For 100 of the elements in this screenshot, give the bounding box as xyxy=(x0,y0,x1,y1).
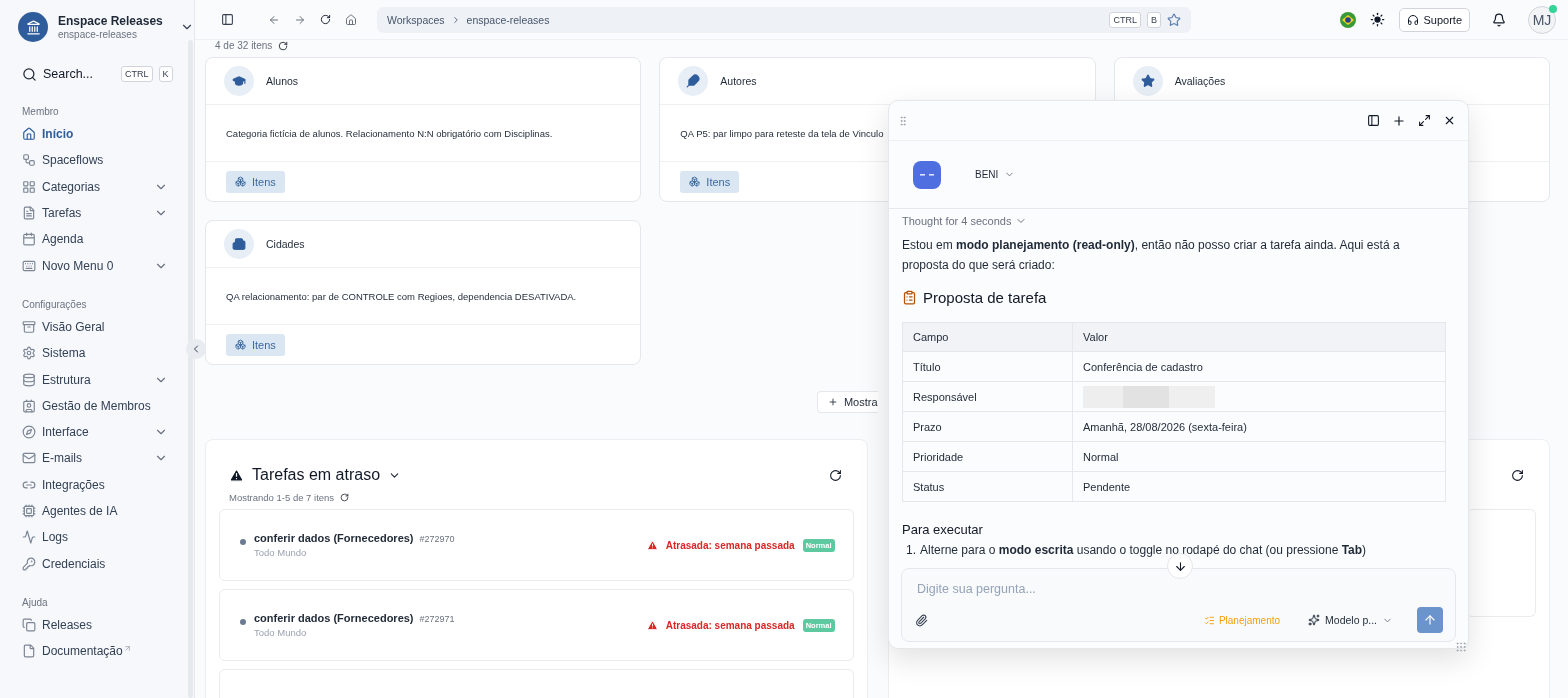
drag-handle-icon[interactable] xyxy=(897,114,909,127)
table-cell: Prioridade xyxy=(902,441,1073,472)
items-button[interactable]: Itens xyxy=(226,333,285,356)
chip-icon xyxy=(22,504,36,518)
model-selector[interactable]: Modelo p... xyxy=(1302,613,1399,627)
sidebar-item[interactable]: Agenda xyxy=(18,226,168,253)
refresh-icon[interactable] xyxy=(828,468,842,482)
table-cell: Responsável xyxy=(902,381,1073,412)
shortcut-key: B xyxy=(1147,11,1161,28)
sidebar-item[interactable]: Documentação xyxy=(18,638,168,665)
feather-icon xyxy=(678,66,709,96)
agent-selector[interactable]: BENI xyxy=(969,168,1022,181)
graduation-cap-icon xyxy=(224,66,254,96)
sparkles-icon xyxy=(1308,614,1321,626)
sidebar-item[interactable]: Categorias xyxy=(18,173,168,200)
workspace-slug: enspace-releases xyxy=(58,29,138,40)
thought-toggle[interactable]: Thought for 4 seconds xyxy=(902,215,1028,227)
refresh-icon[interactable] xyxy=(340,493,350,502)
overdue-status: Atrasada: semana passada xyxy=(665,619,795,631)
headset-icon xyxy=(1407,13,1420,26)
list-item: Alterne para o modo escrita usando o toggle no rodapé do chat (ou pressione Tab) xyxy=(920,543,1367,557)
item-count: Mostrando 1-5 de 7 itens xyxy=(229,492,335,503)
back-button[interactable] xyxy=(268,13,280,26)
plus-icon[interactable] xyxy=(1392,113,1406,128)
activity-icon xyxy=(22,530,36,545)
card-description: QA relacionamento: par de CONTROLE com Regioes, dependencia DESATIVADA. xyxy=(226,290,577,302)
task-assignee: Todo Mundo xyxy=(254,547,308,558)
table-header: Valor xyxy=(1072,322,1446,352)
warning-icon xyxy=(229,467,244,483)
key-icon xyxy=(22,556,36,571)
card-title: Avaliações xyxy=(1174,75,1226,87)
sidebar-item[interactable]: Visão Geral xyxy=(18,313,168,341)
sidebar-item[interactable]: Spaceflows xyxy=(18,147,168,174)
refresh-icon[interactable] xyxy=(278,40,289,51)
bell-icon[interactable] xyxy=(1492,12,1506,27)
close-icon[interactable] xyxy=(1443,114,1456,127)
sun-icon[interactable] xyxy=(1370,12,1386,27)
sidebar-item[interactable]: Releases xyxy=(18,611,168,639)
sidebar-item[interactable]: Integrações xyxy=(18,471,168,498)
resize-handle-icon[interactable] xyxy=(1455,641,1467,653)
task-assignee: Todo Mundo xyxy=(254,627,308,638)
task-title: conferir dados (Fornecedores) xyxy=(254,612,414,624)
workspace-name: Enspace Releases xyxy=(58,14,164,29)
sidebar-item[interactable]: Interface xyxy=(18,418,168,446)
sidebar-item[interactable]: Início xyxy=(18,121,168,148)
paperclip-icon[interactable] xyxy=(915,613,928,627)
table-cell: Amanhã, 28/08/2026 (sexta-feira) xyxy=(1072,411,1446,442)
breadcrumb-bar[interactable]: Workspaces enspace-releases CTRL B xyxy=(377,6,1191,33)
arrow-down-icon xyxy=(1173,559,1187,573)
workflow-icon xyxy=(22,153,36,168)
warning-icon xyxy=(646,619,658,631)
table-cell: Pendente xyxy=(1072,471,1446,502)
items-button[interactable]: Itens xyxy=(226,170,285,193)
sidebar-item[interactable]: Estrutura xyxy=(18,366,168,393)
support-button[interactable]: Suporte xyxy=(1399,7,1470,32)
robot-avatar-drawing xyxy=(913,160,941,189)
search-icon[interactable] xyxy=(22,66,37,82)
breadcrumb-link[interactable]: Workspaces xyxy=(387,13,445,26)
file-icon xyxy=(22,644,36,659)
sidebar-item[interactable]: Novo Menu 0 xyxy=(18,252,168,279)
home-button[interactable] xyxy=(345,13,357,26)
card-description: Categoria fictícia de alunos. Relacionamento N:N obrigatório com Disciplinas. xyxy=(226,127,553,139)
sidebar-item[interactable]: Credenciais xyxy=(18,550,168,577)
sidebar-item[interactable]: Logs xyxy=(18,524,168,551)
copy-icon xyxy=(22,617,36,632)
reload-button[interactable] xyxy=(320,14,331,25)
refresh-icon[interactable] xyxy=(1511,468,1524,482)
sidebar-panel-icon[interactable] xyxy=(1367,114,1380,127)
sidebar-item[interactable]: Tarefas xyxy=(18,199,168,227)
items-button[interactable]: Itens xyxy=(680,170,740,193)
sidebar-item[interactable]: Sistema xyxy=(18,340,168,367)
collapse-sidebar-button[interactable] xyxy=(186,339,206,359)
section-title: Membro xyxy=(22,106,60,117)
search-label[interactable]: Search... xyxy=(43,67,115,81)
message-paragraph: Estou em modo planejamento (read-only), então não posso criar a tarefa ainda. Aqui está a proposta do que será criado: xyxy=(902,237,1401,274)
sidebar-toggle-button[interactable] xyxy=(221,13,234,26)
table-cell: Normal xyxy=(1072,441,1446,472)
flag-icon[interactable] xyxy=(1340,11,1357,28)
star-icon[interactable] xyxy=(1167,12,1181,27)
expand-icon[interactable] xyxy=(1418,114,1431,127)
show-more-button[interactable]: Mostra xyxy=(816,391,878,413)
clipboard-icon xyxy=(902,290,917,305)
external-link-icon xyxy=(122,644,132,654)
contact-card-icon xyxy=(22,398,36,413)
task-id: #272970 xyxy=(419,534,455,544)
shortcut-key: CTRL xyxy=(121,66,153,82)
user-avatar[interactable]: MJ xyxy=(1528,5,1556,34)
sidebar-item[interactable]: E-mails xyxy=(18,445,168,472)
checklist-icon xyxy=(1203,614,1215,626)
database-icon xyxy=(22,372,36,387)
compass-icon xyxy=(22,425,36,440)
status-dot xyxy=(240,539,246,545)
message-heading: Para executar xyxy=(902,522,984,537)
status-dot xyxy=(240,619,246,625)
shortcut-key: CTRL xyxy=(1109,11,1141,28)
calendar-icon xyxy=(22,232,36,247)
section-title: Configurações xyxy=(22,298,88,310)
message-input[interactable]: Digite sua pergunta... xyxy=(915,581,1443,597)
sidebar-item[interactable]: Agentes de IA xyxy=(18,497,168,525)
sidebar-item[interactable]: Gestão de Membros xyxy=(18,392,168,419)
